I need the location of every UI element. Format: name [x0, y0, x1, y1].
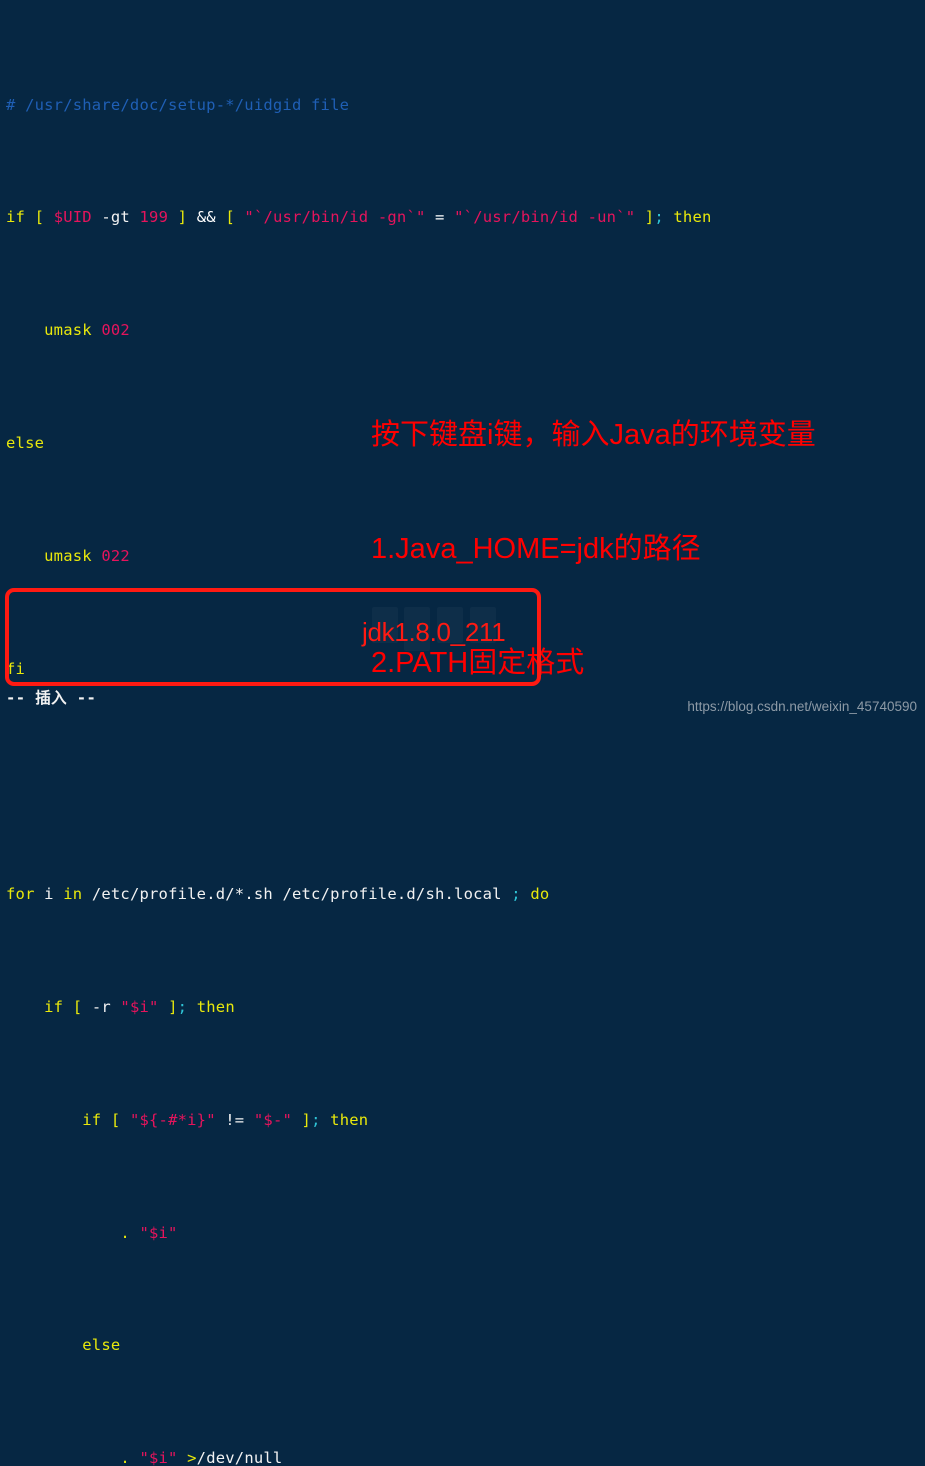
annotation-line-1: 按下键盘i键，输入Java的环境变量	[371, 419, 816, 451]
code-token-then2: then	[187, 997, 235, 1016]
code-token-bracket8: ]	[292, 1110, 312, 1129]
code-line-13: . "$i" >/dev/null	[0, 1444, 925, 1466]
code-line-11: . "$i"	[0, 1219, 925, 1247]
code-token-devnull: /dev/null	[196, 1449, 283, 1466]
code-token-and: &&	[187, 208, 226, 227]
code-token-199: 199	[139, 208, 169, 227]
code-token-dash-str: "$-"	[253, 1110, 293, 1129]
code-token-id-un: "`/usr/bin/id -un`"	[454, 208, 636, 227]
code-token-source-dot: .	[6, 1223, 140, 1242]
code-line-2: if [ $UID -gt 199 ] && [ "`/usr/bin/id -…	[0, 203, 925, 231]
code-token-semicolon4: ;	[311, 1110, 321, 1129]
code-token-else2: else	[6, 1336, 121, 1355]
code-token-profiled-paths: /etc/profile.d/*.sh /etc/profile.d/sh.lo…	[82, 885, 512, 904]
code-token-do: do	[520, 885, 550, 904]
code-line-7-blank	[0, 767, 925, 795]
code-token-in: in	[63, 885, 83, 904]
code-token-gt-flag: -gt	[91, 208, 140, 227]
code-token-dash-expansion: "${-#*i}"	[129, 1110, 216, 1129]
code-token-source-dot2: .	[6, 1449, 140, 1466]
code-token-notequal: !=	[215, 1110, 254, 1129]
code-token-umask2: umask	[6, 546, 102, 565]
code-token-comment: # /usr/share/doc/setup-*/uidgid file	[6, 95, 350, 114]
code-token-id-gn: "`/usr/bin/id -gn`"	[244, 208, 426, 227]
code-token-bracket: [	[25, 208, 54, 227]
code-token-then: then	[663, 208, 712, 227]
code-token-uid-var: $UID	[53, 208, 92, 227]
code-line-9: if [ -r "$i" ]; then	[0, 993, 925, 1021]
code-token-if3: if	[6, 1110, 102, 1129]
code-token-then3: then	[320, 1110, 369, 1129]
code-line-12: else	[0, 1331, 925, 1359]
code-token-semicolon: ;	[654, 208, 664, 227]
code-line-10: if [ "${-#*i}" != "$-" ]; then	[0, 1106, 925, 1134]
terminal-window: # /usr/share/doc/setup-*/uidgid file if …	[0, 0, 925, 1466]
code-token-i-str2: "$i"	[139, 1223, 178, 1242]
code-token-semicolon2: ;	[511, 885, 521, 904]
code-token-if: if	[6, 208, 26, 227]
code-token-bracket6: ]	[158, 997, 178, 1016]
code-token-if2: if	[6, 997, 64, 1016]
code-token-semicolon3: ;	[177, 997, 188, 1016]
annotation-line-3: 2.PATH固定格式	[371, 647, 585, 679]
code-token-else: else	[6, 434, 45, 452]
code-token-bracket2: ]	[168, 208, 188, 227]
code-token-loopvar: i	[34, 885, 64, 904]
code-token-i-str: "$i"	[120, 997, 159, 1016]
annotation-line-2: 1.Java_HOME=jdk的路径	[371, 533, 701, 565]
code-token-r-flag: -r	[91, 997, 121, 1016]
code-token-i-str3: "$i"	[139, 1449, 178, 1466]
code-token-fi: fi	[6, 659, 26, 678]
code-token-bracket5: [	[63, 997, 92, 1016]
code-line-1: # /usr/share/doc/setup-*/uidgid file	[0, 91, 925, 119]
red-annotation-note: 按下键盘i键，输入Java的环境变量 1.Java_HOME=jdk的路径 2.…	[371, 340, 816, 758]
jdk-version-callout: jdk1.8.0_211	[362, 617, 506, 647]
code-token-bracket4: ]	[635, 208, 655, 227]
code-token-equals: =	[425, 208, 455, 227]
csdn-watermark-url: https://blog.csdn.net/weixin_45740590	[687, 699, 917, 714]
code-token-bracket7: [	[101, 1110, 130, 1129]
code-token-bracket3: [	[225, 208, 245, 227]
code-token-for: for	[6, 885, 35, 904]
code-token-redirect: >	[177, 1449, 197, 1466]
code-token-umask: umask	[6, 321, 102, 340]
code-line-8: for i in /etc/profile.d/*.sh /etc/profil…	[0, 880, 925, 908]
vim-status-line: -- 插入 --	[6, 689, 97, 707]
code-token-022: 022	[101, 546, 130, 565]
code-token-002: 002	[101, 321, 130, 340]
